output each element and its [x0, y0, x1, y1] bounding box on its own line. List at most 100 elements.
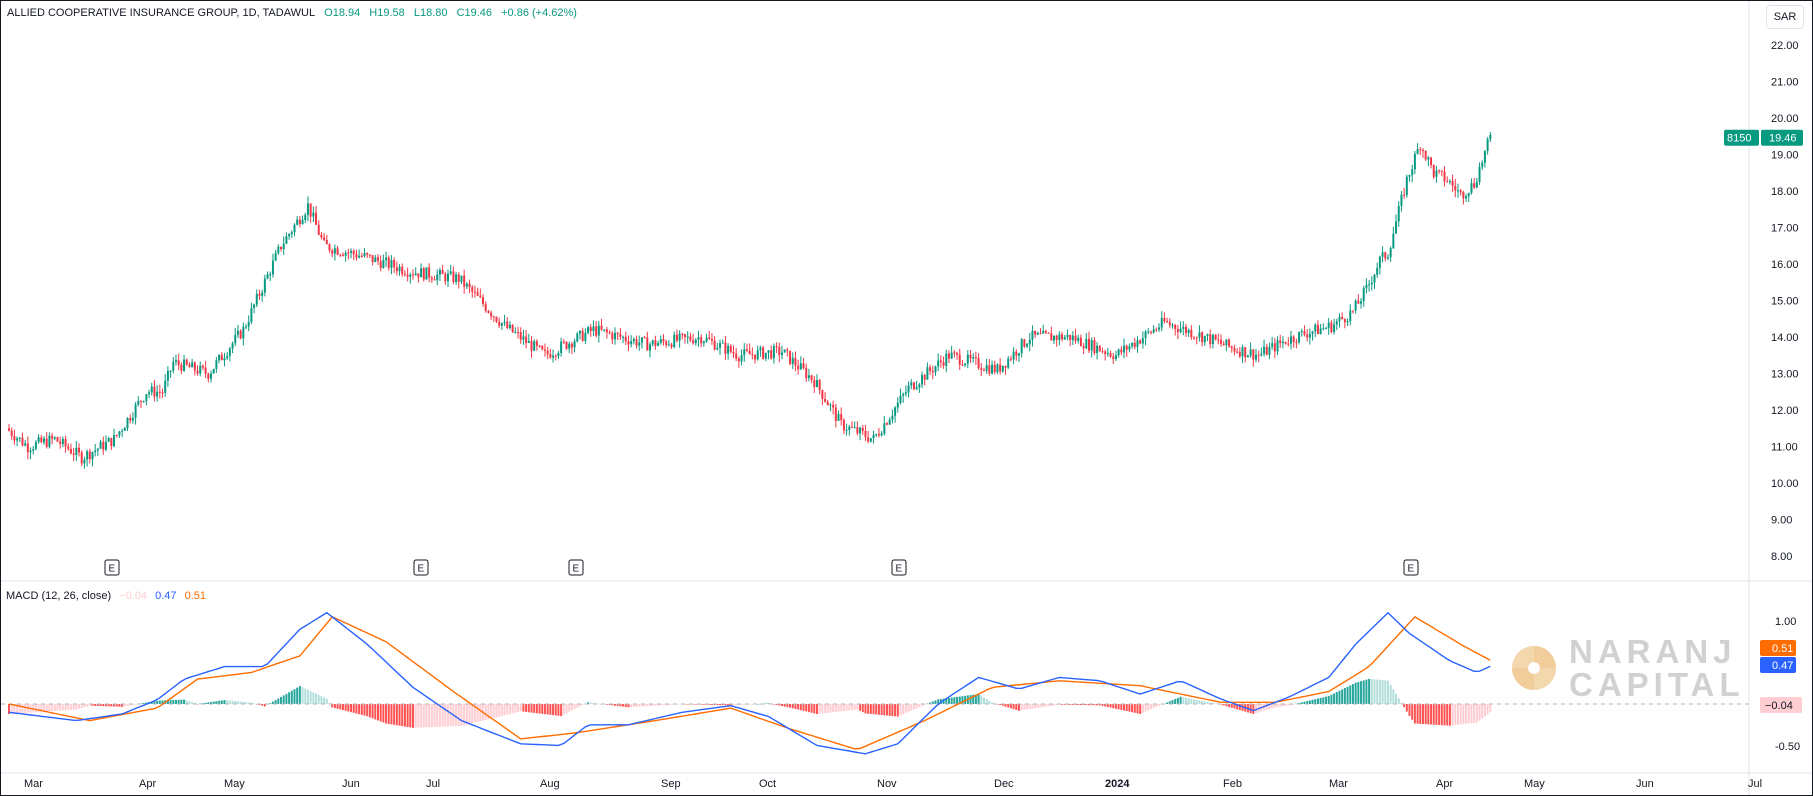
candle-body [974, 357, 977, 359]
candle-body [842, 420, 845, 431]
histogram-bar [34, 704, 37, 713]
time-axis-label: Jun [342, 778, 360, 790]
histogram-bar [888, 704, 891, 716]
candle-body [729, 345, 732, 352]
candle-body [880, 433, 883, 436]
histogram-bar [980, 695, 983, 704]
candle-body [708, 337, 711, 340]
histogram-bar [896, 704, 899, 717]
price-tick-label: 14.00 [1771, 332, 1799, 344]
histogram-bar [1149, 704, 1152, 710]
candle-body [10, 430, 13, 437]
candle-body [1219, 340, 1222, 344]
histogram-bar [1085, 704, 1088, 706]
histogram-bar [1112, 704, 1115, 709]
candle-body [438, 270, 441, 275]
candle-body [1228, 339, 1231, 347]
candle-body [371, 255, 374, 263]
candle-body [745, 349, 748, 351]
candle-body [958, 354, 961, 365]
candle-body [436, 274, 439, 281]
candle-body [395, 267, 398, 272]
histogram-bar [479, 704, 482, 722]
symbol-title[interactable]: ALLIED COOPERATIVE INSURANCE GROUP, 1D, … [7, 7, 315, 19]
histogram-bar [385, 704, 388, 724]
histogram-bar [1338, 690, 1341, 704]
candle-body [139, 400, 142, 402]
candle-body [875, 434, 878, 436]
histogram-bar [514, 704, 517, 713]
histogram-bar [1330, 694, 1333, 704]
histogram-bar [293, 689, 296, 704]
macd-label[interactable]: MACD (12, 26, close) [6, 590, 111, 602]
candle-body [568, 343, 571, 349]
candle-body [961, 364, 964, 366]
histogram-bar [285, 693, 288, 704]
histogram-bar [840, 704, 843, 712]
histogram-bar [382, 704, 385, 723]
candle-body [207, 373, 210, 379]
candle-body [619, 333, 622, 337]
ohlc-change: +0.86 (+4.62%) [501, 7, 577, 19]
histogram-bar [1020, 704, 1023, 711]
histogram-bar [433, 704, 436, 727]
currency-button[interactable]: SAR [1766, 5, 1804, 29]
histogram-bar [363, 704, 366, 716]
candle-body [350, 250, 353, 253]
histogram-bar [530, 704, 533, 713]
price-tick-label: 13.00 [1771, 369, 1799, 381]
candle-body [624, 336, 627, 342]
histogram-bar [495, 704, 498, 718]
candle-body [1052, 335, 1055, 341]
histogram-bar [1473, 704, 1476, 724]
candle-body [78, 447, 81, 453]
histogram-bar [371, 704, 374, 719]
candle-body [185, 359, 188, 365]
candle-body [495, 316, 498, 322]
histogram-bar [1357, 681, 1360, 704]
candle-body [107, 438, 110, 442]
candle-body [390, 260, 393, 268]
histogram-bar [1128, 704, 1131, 712]
histogram-bar [508, 704, 511, 714]
histogram-bar [850, 704, 853, 711]
histogram-bar [1346, 686, 1349, 704]
histogram-bar [845, 704, 848, 711]
price-tick-label: 8.00 [1771, 551, 1792, 563]
histogram-bar [417, 704, 420, 728]
candle-body [417, 273, 420, 278]
histogram-bar [1190, 698, 1193, 704]
candle-body [344, 252, 347, 256]
histogram-bar [72, 704, 75, 710]
candle-body [845, 430, 848, 432]
histogram-bar [253, 703, 256, 704]
candle-body [1311, 331, 1314, 334]
macd-line-value: 0.47 [155, 590, 177, 602]
candle-body [425, 267, 428, 280]
candle-body [69, 448, 72, 454]
histogram-bar [1176, 697, 1179, 704]
histogram-bar [94, 704, 97, 706]
histogram-bar [856, 704, 859, 710]
histogram-bar [306, 689, 309, 704]
candle-body [104, 441, 107, 450]
candle-body [638, 342, 641, 346]
candle-body [1405, 176, 1408, 196]
candle-body [1413, 153, 1416, 170]
histogram-bar [333, 704, 336, 709]
candle-body [560, 341, 563, 354]
candle-body [1042, 331, 1045, 334]
candle-body [1454, 185, 1457, 191]
candle-body [511, 324, 514, 333]
candle-body [72, 453, 75, 455]
time-axis-label: Sep [661, 778, 681, 790]
histogram-bar [622, 704, 625, 707]
price-tick-label: 18.00 [1771, 186, 1799, 198]
candle-body [1424, 150, 1427, 160]
histogram-bar [1443, 704, 1446, 726]
candle-body [312, 212, 315, 217]
candle-body [1104, 351, 1107, 354]
candle-body [945, 353, 948, 366]
candle-body [1141, 338, 1144, 344]
candle-body [1486, 139, 1489, 151]
